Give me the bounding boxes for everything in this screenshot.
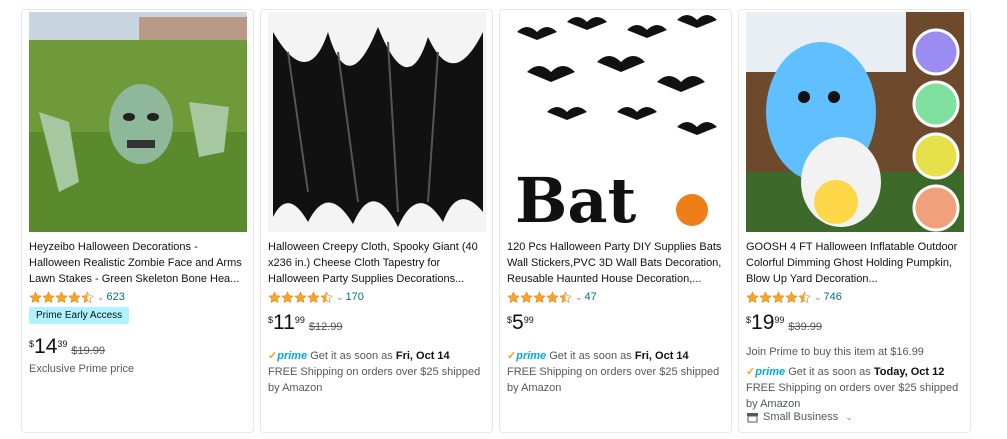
delivery-info: ✓prime Get it as soon as Fri, Oct 14: [268, 348, 488, 364]
rating-count[interactable]: 170: [346, 291, 364, 303]
chevron-down-icon[interactable]: ⌄: [845, 409, 853, 425]
product-card[interactable]: Halloween Creepy Cloth, Spooky Giant (40…: [260, 9, 493, 433]
price[interactable]: $ 11 99 $12.99: [268, 312, 343, 334]
was-price: $39.99: [788, 321, 823, 333]
delivery-info: ✓prime Get it as soon as Today, Oct 12: [746, 364, 966, 380]
delivery-text: Get it as soon as: [310, 350, 393, 362]
rating[interactable]: ⌄ 170: [268, 290, 364, 304]
chevron-down-icon[interactable]: ⌄: [336, 292, 344, 303]
rating-count[interactable]: 623: [107, 291, 125, 303]
price-whole: 5: [512, 311, 524, 334]
was-price: $19.99: [71, 345, 106, 357]
delivery-text: Get it as soon as: [788, 366, 871, 378]
product-title[interactable]: Heyzeibo Halloween Decorations - Hallowe…: [29, 239, 249, 287]
product-title[interactable]: 120 Pcs Halloween Party DIY Supplies Bat…: [507, 239, 727, 287]
rating-count[interactable]: 746: [824, 291, 842, 303]
rating[interactable]: ⌄ 623: [29, 290, 125, 304]
price-fraction: 99: [523, 315, 534, 325]
prime-logo-icon: ✓prime: [746, 366, 786, 378]
price-whole: 11: [273, 311, 295, 334]
delivery-info: ✓prime Get it as soon as Fri, Oct 14: [507, 348, 727, 364]
was-price: $12.99: [308, 321, 343, 333]
delivery-text: Get it as soon as: [549, 350, 632, 362]
price[interactable]: $ 19 99 $39.99: [746, 312, 822, 334]
deal-badge: Prime Early Access: [29, 307, 130, 324]
rating-count[interactable]: 47: [585, 291, 597, 303]
product-image[interactable]: [29, 12, 247, 232]
svg-text:Bat: Bat: [515, 164, 637, 232]
price-fraction: 99: [294, 315, 305, 325]
shipping-info: FREE Shipping on orders over $25 shipped…: [746, 382, 959, 410]
product-image[interactable]: Bat: [507, 12, 725, 232]
shipping-info: FREE Shipping on orders over $25 shipped…: [268, 366, 481, 394]
prime-logo-icon: ✓prime: [268, 350, 308, 362]
chevron-down-icon[interactable]: ⌄: [97, 292, 105, 303]
price[interactable]: $ 14 39 $19.99: [29, 336, 105, 358]
chevron-down-icon[interactable]: ⌄: [814, 292, 822, 303]
rating[interactable]: ⌄ 746: [746, 290, 842, 304]
small-business-badge[interactable]: Small Business ⌄: [746, 409, 966, 425]
price-note: Exclusive Prime price: [29, 363, 135, 375]
product-card[interactable]: Bat 120 Pcs Halloween Party DIY Supplies…: [499, 9, 732, 433]
product-image[interactable]: [268, 12, 486, 232]
price-fraction: 39: [57, 339, 68, 349]
star-rating-icon: [268, 291, 333, 304]
product-image[interactable]: [746, 12, 964, 232]
price-fraction: 99: [774, 315, 785, 325]
shipping-info: FREE Shipping on orders over $25 shipped…: [507, 366, 720, 394]
star-rating-icon: [507, 291, 572, 304]
delivery-date: Fri, Oct 14: [634, 350, 689, 362]
product-title[interactable]: GOOSH 4 FT Halloween Inflatable Outdoor …: [746, 239, 966, 287]
price-whole: 19: [751, 311, 775, 334]
price-whole: 14: [34, 335, 58, 358]
product-title[interactable]: Halloween Creepy Cloth, Spooky Giant (40…: [268, 239, 488, 287]
price[interactable]: $ 5 99: [507, 312, 534, 334]
storefront-icon: [747, 412, 758, 422]
delivery-date: Fri, Oct 14: [395, 350, 450, 362]
product-card[interactable]: GOOSH 4 FT Halloween Inflatable Outdoor …: [738, 9, 971, 433]
prime-logo-icon: ✓prime: [507, 350, 547, 362]
product-card[interactable]: Heyzeibo Halloween Decorations - Hallowe…: [21, 9, 254, 433]
join-prime-text: Join Prime to buy this item at $16.99: [746, 346, 924, 358]
star-rating-icon: [29, 291, 94, 304]
chevron-down-icon[interactable]: ⌄: [575, 292, 583, 303]
small-business-label: Small Business: [763, 411, 839, 423]
delivery-date: Today, Oct 12: [873, 366, 945, 378]
rating[interactable]: ⌄ 47: [507, 290, 597, 304]
star-rating-icon: [746, 291, 811, 304]
